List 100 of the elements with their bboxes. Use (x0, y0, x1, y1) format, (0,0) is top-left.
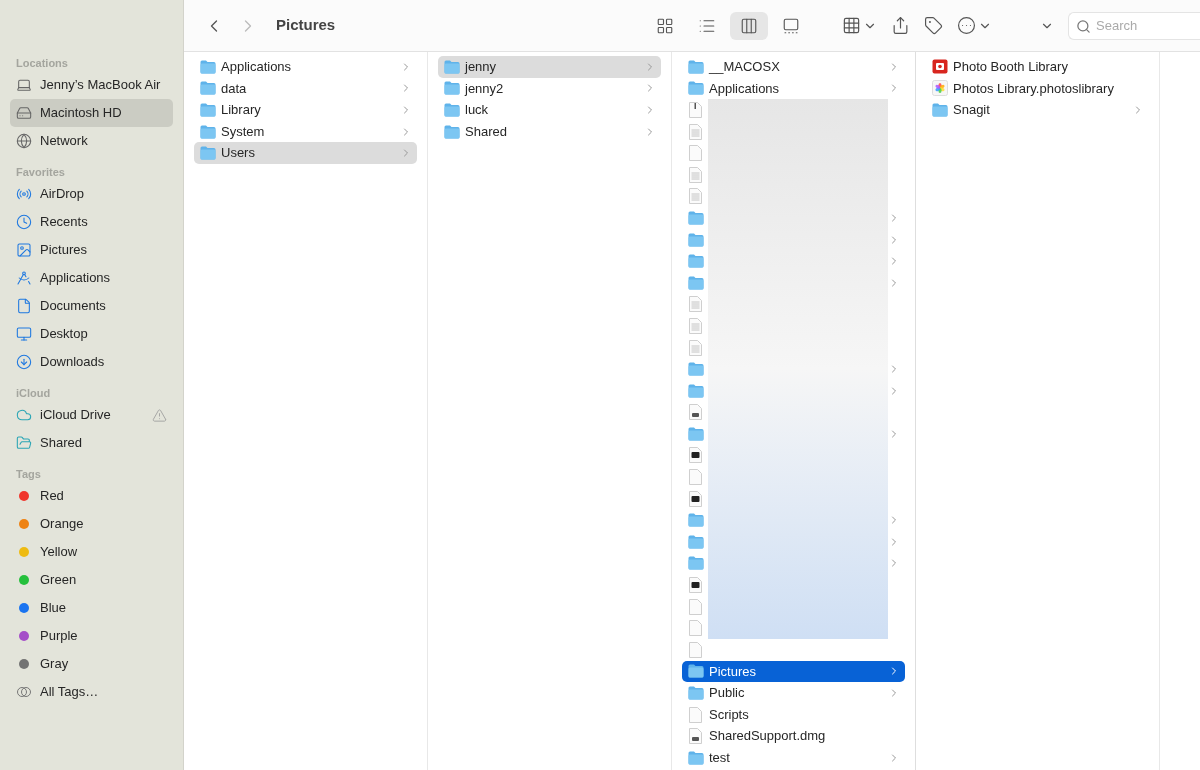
sidebar-item[interactable]: Red (10, 482, 173, 510)
sidebar-item[interactable]: Orange (10, 510, 173, 538)
folder-icon (200, 103, 216, 117)
compass-icon (16, 270, 32, 286)
folder-icon (688, 426, 704, 441)
sidebar-label: Network (40, 132, 89, 151)
group-icon (842, 16, 861, 35)
file-name: Shared (465, 122, 508, 141)
sidebar-item[interactable]: Jenny’s MacBook Air (10, 71, 173, 99)
file-row[interactable]: Snagit (926, 99, 1149, 121)
laptop-icon (16, 77, 32, 93)
download-icon (16, 354, 32, 370)
sidebar-label: Red (40, 487, 65, 506)
file-row[interactable]: Applications (682, 77, 905, 100)
file-row[interactable]: luck (438, 99, 661, 121)
sidebar-label: Documents (40, 297, 107, 316)
file-name: Photos Library.photoslibrary (953, 79, 1115, 98)
sidebar-heading: Locations (15, 56, 69, 71)
share-icon (891, 16, 910, 35)
sidebar-item[interactable]: Shared (10, 429, 173, 457)
folder-icon (444, 124, 460, 139)
folder-icon (688, 750, 704, 765)
file-row[interactable]: System (194, 120, 417, 143)
sidebar-item[interactable]: iCloud Drive (10, 401, 173, 429)
view-button[interactable] (730, 11, 768, 40)
folder-icon (688, 210, 704, 225)
column-view-icon (740, 16, 758, 35)
disk-image-icon (689, 728, 702, 745)
tag-icon (924, 16, 943, 35)
file-name: jenny (465, 58, 498, 77)
monitor-icon (16, 326, 32, 342)
airdrop-icon (16, 186, 32, 202)
sidebar-item[interactable]: Purple (10, 622, 173, 650)
sidebar-item[interactable]: All Tags… (10, 678, 173, 706)
window-title: Pictures (276, 15, 337, 36)
sidebar-item[interactable]: Recents (10, 208, 173, 236)
cloud-icon (16, 407, 32, 423)
folder-icon (688, 362, 704, 377)
file-row[interactable]: Users (194, 142, 417, 164)
file-row[interactable]: data (194, 77, 417, 100)
file-icon (689, 641, 702, 658)
file-name: test (709, 749, 731, 768)
search-field[interactable]: Search (1068, 11, 1200, 40)
file-row[interactable]: Photos Library.photoslibrary (926, 77, 1149, 100)
file-row[interactable]: Pictures (682, 660, 905, 683)
file-name: Pictures (709, 662, 757, 681)
sidebar-label: Gray (40, 655, 70, 674)
sidebar-item[interactable]: Green (10, 566, 173, 594)
sidebar-item[interactable]: Network (10, 127, 173, 155)
folder-icon (688, 686, 704, 700)
folder-icon (688, 383, 704, 398)
file-row[interactable]: Scripts (682, 703, 905, 726)
sidebar-item[interactable]: Downloads (10, 348, 173, 376)
file-row[interactable]: Shared (438, 120, 661, 143)
file-name: Scripts (709, 705, 750, 724)
sidebar-item[interactable]: Desktop (10, 320, 173, 348)
more-icon (957, 16, 976, 35)
folder-icon (688, 254, 704, 269)
folder-icon (688, 556, 704, 571)
folder-icon (200, 146, 216, 161)
search-icon (1076, 18, 1091, 34)
sidebar-label: Green (40, 571, 78, 590)
document-icon (16, 298, 32, 314)
file-icon (689, 706, 702, 723)
sidebar-item[interactable]: Pictures (10, 236, 173, 264)
sidebar-item[interactable]: Documents (10, 292, 173, 320)
file-name: jenny2 (465, 79, 505, 98)
shared-folder-icon (16, 435, 32, 451)
folder-icon (688, 664, 704, 679)
file-row[interactable]: __MACOSX (682, 56, 905, 78)
file-name: Library (221, 101, 262, 120)
file-row[interactable]: Applications (194, 56, 417, 78)
sidebar-item[interactable]: Blue (10, 594, 173, 622)
file-row[interactable]: Library (194, 99, 417, 121)
folder-icon (444, 59, 460, 74)
sidebar-label: Pictures (40, 241, 88, 260)
folder-icon (688, 81, 704, 96)
sidebar-item[interactable]: Macintosh HD (10, 99, 173, 127)
sidebar-label: iCloud Drive (40, 406, 112, 425)
file-name: Users (221, 144, 256, 163)
gallery-view-icon (782, 16, 800, 35)
file-name: Snagit (953, 101, 991, 120)
file-name: Applications (709, 79, 781, 98)
sidebar-label: Applications (40, 269, 112, 288)
sidebar-label: Jenny’s MacBook Air (40, 76, 162, 95)
sidebar-item[interactable]: Applications (10, 264, 173, 292)
sidebar-item[interactable]: Yellow (10, 538, 173, 566)
file-row[interactable]: jenny (438, 56, 661, 78)
sidebar-label: Recents (40, 213, 89, 232)
sidebar-item[interactable]: AirDrop (10, 180, 173, 208)
file-row[interactable]: SharedSupport.dmg (682, 725, 905, 747)
file-row[interactable]: test (682, 747, 905, 769)
file-row[interactable]: Photo Booth Library (926, 56, 1149, 78)
sidebar-item[interactable]: Gray (10, 650, 173, 678)
file-row[interactable]: jenny2 (438, 77, 661, 100)
file-name: Applications (221, 58, 293, 77)
file-row[interactable]: Public (682, 682, 905, 704)
folder-icon (444, 81, 460, 96)
sidebar-label: All Tags… (40, 683, 100, 702)
file-name: Public (709, 684, 746, 703)
